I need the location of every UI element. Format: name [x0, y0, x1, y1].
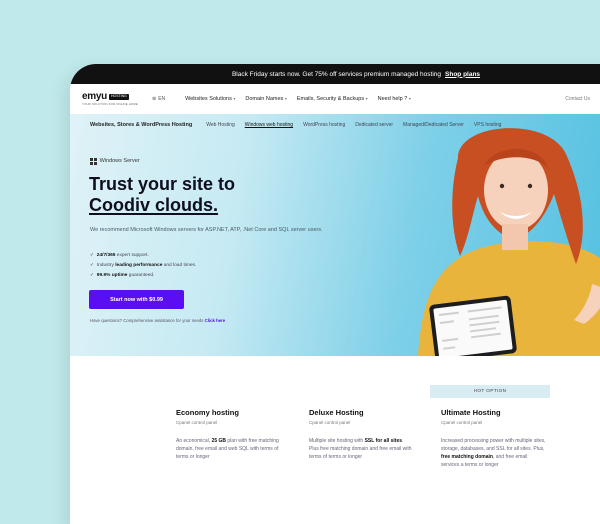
plan-caption: Cpanel control panel: [176, 420, 218, 425]
plan-title: Deluxe Hosting: [309, 408, 364, 417]
plan-title: Economy hosting: [176, 408, 239, 417]
logo[interactable]: emyu HOSTING YOUR SOLUTION FOR ONLINE HO…: [82, 92, 138, 106]
tablet-device-image: [428, 295, 518, 363]
help-note: Have questions? Comprehensive assistance…: [90, 318, 226, 323]
check-icon: ✓: [90, 252, 94, 257]
hero-description: We recommend Microsoft Windows servers f…: [90, 227, 323, 233]
logo-badge: HOSTING: [108, 94, 129, 100]
hero-section: Websites, Stores & WordPress Hosting Web…: [70, 114, 600, 363]
promo-bar: Black Friday starts now. Get 75% off ser…: [70, 64, 600, 84]
hero-title: Trust your site to Coodiv clouds.: [89, 174, 236, 215]
globe-icon: ⊕: [152, 96, 157, 102]
windows-server-badge: Windows Server: [90, 158, 140, 165]
plan-card-economy[interactable]: Economy hosting Cpanel control panel An …: [176, 408, 281, 461]
plan-title: Ultimate Hosting: [441, 408, 501, 417]
feature-bullet: ✓ 99.9% uptime guaranteed.: [90, 272, 155, 278]
feature-bullet: ✓ 24/7/365 expert support.: [90, 252, 149, 258]
menu-item-help[interactable]: Need help ? ▾: [378, 96, 411, 102]
plan-card-ultimate[interactable]: Ultimate Hosting Cpanel control panel In…: [441, 408, 546, 469]
subnav-category: Websites, Stores & WordPress Hosting: [90, 122, 193, 128]
menu-item-emails[interactable]: Emails, Security & Backups ▾: [297, 96, 368, 102]
plan-description: An economical, 25 GB plan with free matc…: [176, 438, 279, 460]
click-here-link[interactable]: Click here: [205, 318, 226, 323]
subnav-wordpress-hosting[interactable]: WordPress hosting: [303, 122, 345, 128]
menu-item-domains[interactable]: Domain Names ▾: [245, 96, 286, 102]
tablet-screen: [433, 299, 513, 359]
plans-section: HOT OPTION Economy hosting Cpanel contro…: [70, 356, 600, 524]
windows-server-label: Windows Server: [99, 158, 140, 165]
subnav-windows-hosting[interactable]: Windows web hosting: [245, 122, 293, 128]
subnav-dedicated-server[interactable]: Dedicated server: [355, 122, 393, 128]
plan-description: Multiple site hosting with SSL for all s…: [309, 438, 412, 460]
hot-option-badge: HOT OPTION: [430, 385, 550, 398]
top-navigation: emyu HOSTING YOUR SOLUTION FOR ONLINE HO…: [70, 84, 600, 114]
chevron-down-icon: ▾: [408, 96, 411, 101]
feature-bullet: ✓ Industry leading performance and load …: [90, 262, 197, 268]
shop-plans-link[interactable]: Shop plans: [445, 71, 480, 78]
plan-description: Increased processing power with multiple…: [441, 438, 546, 468]
contact-us-link[interactable]: Contact Us: [565, 96, 590, 102]
chevron-down-icon: ▾: [233, 96, 236, 101]
language-selector[interactable]: ⊕ EN: [152, 96, 165, 102]
start-now-button[interactable]: Start now with $0.99: [89, 290, 184, 309]
plan-caption: Cpanel control panel: [309, 420, 351, 425]
chevron-down-icon: ▾: [365, 96, 368, 101]
logo-word: emyu: [82, 91, 107, 103]
chevron-down-icon: ▾: [284, 96, 287, 101]
check-icon: ✓: [90, 272, 94, 277]
windows-logo-icon: [90, 158, 97, 165]
language-code: EN: [158, 96, 166, 102]
check-icon: ✓: [90, 262, 94, 267]
logo-tagline: YOUR SOLUTION FOR ONLINE HOME: [82, 102, 138, 107]
menu-item-websites[interactable]: Websites Solutions ▾: [185, 96, 235, 102]
plan-caption: Cpanel control panel: [441, 420, 483, 425]
promo-text: Black Friday starts now. Get 75% off ser…: [231, 70, 442, 78]
browser-window: Black Friday starts now. Get 75% off ser…: [70, 64, 600, 524]
plan-card-deluxe[interactable]: Deluxe Hosting Cpanel control panel Mult…: [309, 408, 414, 461]
main-menu: Websites Solutions ▾ Domain Names ▾ Emai…: [185, 96, 411, 102]
subnav-web-hosting[interactable]: Web Hosting: [206, 122, 235, 128]
